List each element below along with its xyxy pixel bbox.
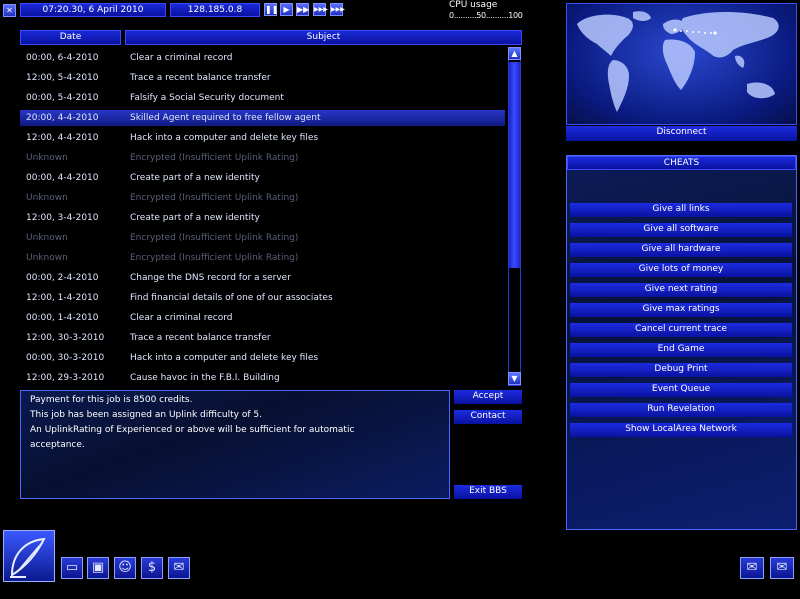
- bbs-row-date: 00:00, 4-4-2010: [26, 173, 99, 183]
- satellite-dish-graphic: [10, 537, 46, 578]
- job-details-panel: Payment for this job is 8500 credits. Th…: [20, 390, 450, 499]
- cheat-button[interactable]: Event Queue: [570, 383, 792, 397]
- details-line: Payment for this job is 8500 credits.: [30, 395, 193, 405]
- bbs-row-subject: Find financial details of one of our ass…: [130, 293, 333, 303]
- monitor-icon[interactable]: ▭: [61, 557, 83, 579]
- bbs-row-subject: Encrypted (Insufficient Uplink Rating): [130, 153, 299, 163]
- cheat-button[interactable]: Show LocalArea Network: [570, 423, 792, 437]
- bbs-row-date: 00:00, 6-4-2010: [26, 53, 99, 63]
- bbs-row[interactable]: 00:00, 2-4-2010 Change the DNS record for…: [20, 268, 505, 288]
- bbs-row-date: 12:00, 3-4-2010: [26, 213, 99, 223]
- bbs-row-subject: Cause havoc in the F.B.I. Building: [130, 373, 280, 383]
- scrollbar-thumb[interactable]: [509, 62, 520, 268]
- bbs-row-subject: Falsify a Social Security document: [130, 93, 284, 103]
- close-icon[interactable]: ✕: [3, 4, 16, 17]
- bbs-row[interactable]: 12:00, 5-4-2010 Trace a recent balance tr…: [20, 68, 505, 88]
- bbs-row-subject: Encrypted (Insufficient Uplink Rating): [130, 233, 299, 243]
- bbs-row-subject: Clear a criminal record: [130, 313, 233, 323]
- bbs-row[interactable]: 00:00, 4-4-2010 Create part of a new iden…: [20, 168, 505, 188]
- scroll-up-icon[interactable]: ▲: [508, 47, 521, 60]
- bbs-row-subject: Create part of a new identity: [130, 213, 260, 223]
- bbs-row-subject: Skilled Agent required to free fellow ag…: [130, 113, 321, 123]
- bbs-row-subject: Hack into a computer and delete key file…: [130, 133, 319, 143]
- people-icon[interactable]: ☺: [114, 557, 136, 579]
- details-line: This job has been assigned an Uplink dif…: [30, 410, 262, 420]
- mail-icon[interactable]: ✉: [740, 557, 764, 579]
- bbs-row-subject: Clear a criminal record: [130, 53, 233, 63]
- bbs-row-subject: Change the DNS record for a server: [130, 273, 291, 283]
- bbs-row-date: Unknown: [26, 253, 68, 263]
- bbs-row[interactable]: Unknown Encrypted (Insufficient Uplink Ra…: [20, 148, 505, 168]
- bbs-row-date: 20:00, 4-4-2010: [26, 113, 99, 123]
- bbs-row-date: 12:00, 1-4-2010: [26, 293, 99, 303]
- bbs-row-date: 00:00, 5-4-2010: [26, 93, 99, 103]
- bbs-row-date: 12:00, 29-3-2010: [26, 373, 105, 383]
- dollar-icon[interactable]: $: [141, 557, 163, 579]
- exit-bbs-button[interactable]: Exit BBS: [454, 485, 522, 499]
- bbs-row[interactable]: 00:00, 5-4-2010 Falsify a Social Security…: [20, 88, 505, 108]
- cheat-button[interactable]: Debug Print: [570, 363, 792, 377]
- bbs-row-subject: Hack into a computer and delete key file…: [130, 353, 319, 363]
- bbs-row-subject: Create part of a new identity: [130, 173, 260, 183]
- bbs-row[interactable]: Unknown Encrypted (Insufficient Uplink Ra…: [20, 248, 505, 268]
- ip-address-display[interactable]: 128.185.0.8: [170, 3, 260, 17]
- bbs-row[interactable]: Unknown Encrypted (Insufficient Uplink Ra…: [20, 228, 505, 248]
- fast-icon[interactable]: ▶▶: [296, 3, 309, 16]
- cheat-button[interactable]: Give next rating: [570, 283, 792, 297]
- column-header-subject[interactable]: Subject: [125, 30, 522, 45]
- cheat-button[interactable]: Give all software: [570, 223, 792, 237]
- column-header-date[interactable]: Date: [20, 30, 121, 45]
- date-time-display: 07:20.30, 6 April 2010: [20, 3, 166, 17]
- bbs-row-subject: Trace a recent balance transfer: [130, 73, 271, 83]
- cheat-button[interactable]: End Game: [570, 343, 792, 357]
- accept-button[interactable]: Accept: [454, 390, 522, 404]
- cheat-button[interactable]: Run Revelation: [570, 403, 792, 417]
- bbs-row[interactable]: 00:00, 1-4-2010 Clear a criminal record: [20, 308, 505, 328]
- disk-icon[interactable]: ▣: [87, 557, 109, 579]
- bbs-row-date: 12:00, 5-4-2010: [26, 73, 99, 83]
- world-map[interactable]: [566, 3, 797, 125]
- bbs-row[interactable]: 12:00, 30-3-2010 Trace a recent balance t…: [20, 328, 505, 348]
- bbs-row-date: 00:00, 30-3-2010: [26, 353, 105, 363]
- cheat-button[interactable]: Give all links: [570, 203, 792, 217]
- bbs-row-date: Unknown: [26, 153, 68, 163]
- bbs-row[interactable]: 12:00, 1-4-2010 Find financial details of…: [20, 288, 505, 308]
- bbs-row-date: 00:00, 2-4-2010: [26, 273, 99, 283]
- cheats-title: CHEATS: [567, 156, 796, 170]
- details-line: An UplinkRating of Experienced or above …: [30, 425, 355, 435]
- bbs-row-date: Unknown: [26, 193, 68, 203]
- mail-open-icon[interactable]: ✉: [168, 557, 190, 579]
- cheat-button[interactable]: Give lots of money: [570, 263, 792, 277]
- cpu-usage-scale: 0..........50..........100: [449, 11, 523, 20]
- disconnect-button[interactable]: Disconnect: [566, 126, 797, 141]
- bbs-row-subject: Trace a recent balance transfer: [130, 333, 271, 343]
- bbs-row-subject: Encrypted (Insufficient Uplink Rating): [130, 193, 299, 203]
- bbs-row[interactable]: 12:00, 3-4-2010 Create part of a new iden…: [20, 208, 505, 228]
- bbs-row[interactable]: 00:00, 30-3-2010 Hack into a computer and…: [20, 348, 505, 368]
- fastest-icon[interactable]: ▶▶▶: [330, 3, 345, 16]
- bbs-row-date: 12:00, 30-3-2010: [26, 333, 105, 343]
- bbs-row[interactable]: Unknown Encrypted (Insufficient Uplink Ra…: [20, 188, 505, 208]
- play-icon[interactable]: ▶: [280, 3, 293, 16]
- cheat-button[interactable]: Give max ratings: [570, 303, 792, 317]
- satellite-dish-icon[interactable]: [3, 530, 55, 582]
- bbs-row[interactable]: 20:00, 4-4-2010 Skilled Agent required to…: [20, 110, 505, 126]
- cheat-button[interactable]: Give all hardware: [570, 243, 792, 257]
- scroll-down-icon[interactable]: ▼: [508, 372, 521, 385]
- cpu-usage-label: CPU usage: [449, 0, 498, 10]
- mail-icon[interactable]: ✉: [770, 557, 794, 579]
- faster-icon[interactable]: ▶▶▶: [313, 3, 328, 16]
- bbs-row-date: 12:00, 4-4-2010: [26, 133, 99, 143]
- bbs-row-subject: Encrypted (Insufficient Uplink Rating): [130, 253, 299, 263]
- bbs-row-date: Unknown: [26, 233, 68, 243]
- bbs-row-date: 00:00, 1-4-2010: [26, 313, 99, 323]
- pause-icon[interactable]: ❚❚: [264, 3, 278, 16]
- bbs-row[interactable]: 00:00, 6-4-2010 Clear a criminal record: [20, 48, 505, 68]
- contact-button[interactable]: Contact: [454, 410, 522, 424]
- cheat-button[interactable]: Cancel current trace: [570, 323, 792, 337]
- details-line: acceptance.: [30, 440, 85, 450]
- world-map-image: [577, 11, 779, 112]
- bbs-row[interactable]: 12:00, 4-4-2010 Hack into a computer and …: [20, 128, 505, 148]
- bbs-row[interactable]: 12:00, 29-3-2010 Cause havoc in the F.B.I…: [20, 368, 505, 388]
